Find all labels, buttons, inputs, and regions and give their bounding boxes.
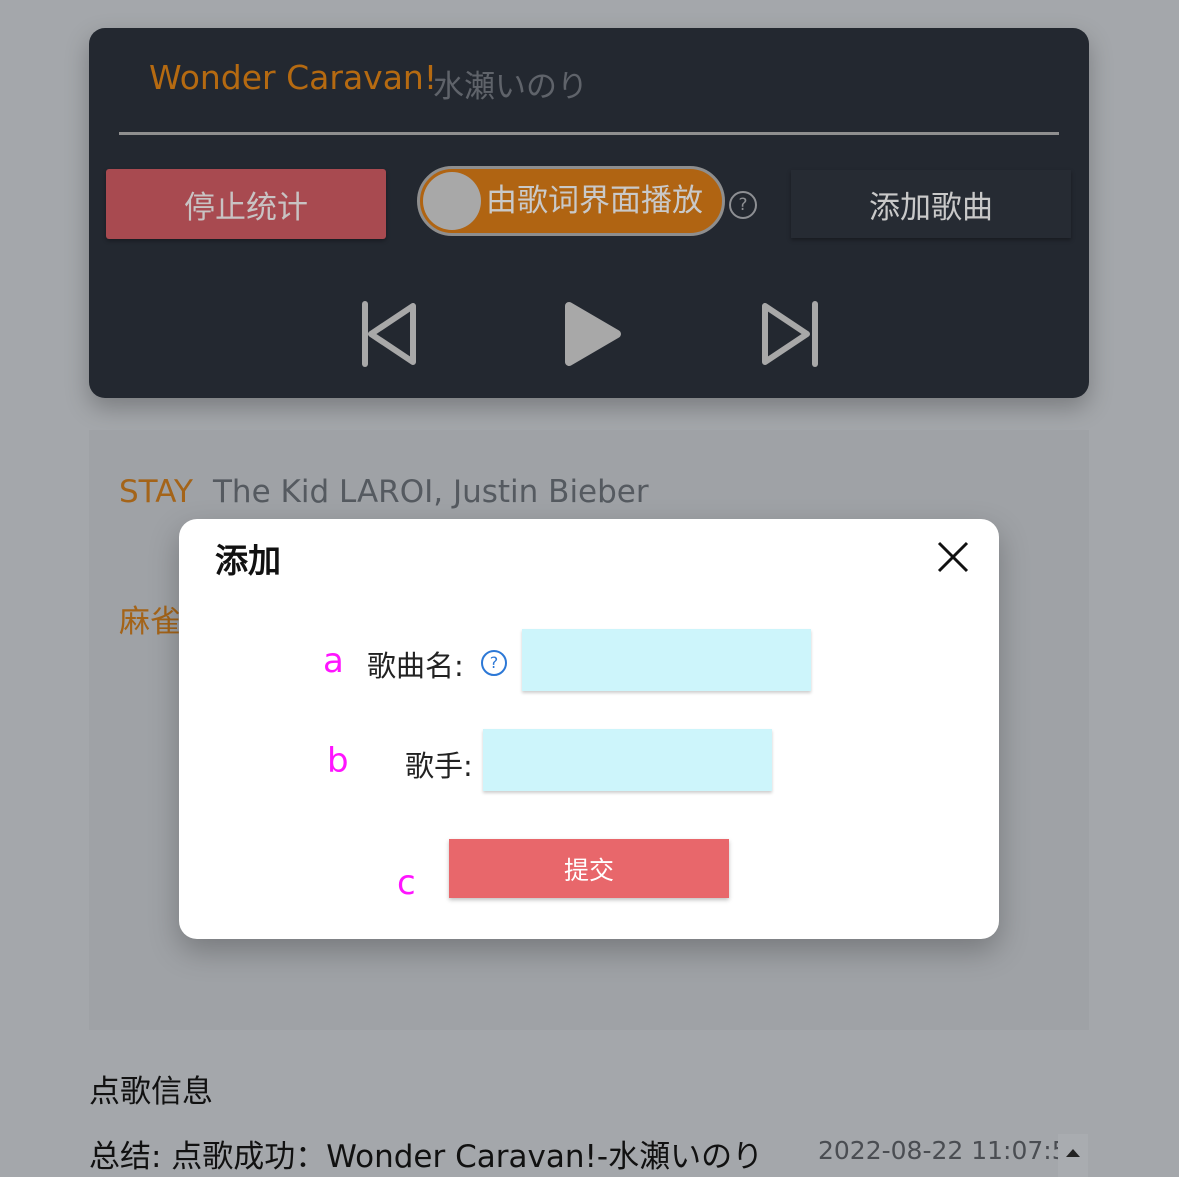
singer-label: 歌手: <box>405 749 473 783</box>
add-song-button[interactable]: 添加歌曲 <box>791 170 1071 238</box>
marker-a: a <box>323 641 344 681</box>
request-summary: 总结: 点歌成功：Wonder Caravan!-水瀬いのり <box>89 1139 764 1175</box>
caret-up-icon <box>1066 1149 1080 1157</box>
lyrics-play-toggle[interactable]: 由歌词界面播放 <box>417 166 725 236</box>
previous-track-icon[interactable] <box>357 298 423 370</box>
player-panel: Wonder Caravan! 水瀬いのり 停止统计 由歌词界面播放 ? 添加歌… <box>89 28 1089 398</box>
scroll-up-button[interactable] <box>1058 1134 1088 1177</box>
singer-input[interactable] <box>483 729 772 791</box>
submit-button[interactable]: 提交 <box>449 839 729 898</box>
stop-stats-button[interactable]: 停止统计 <box>106 169 386 239</box>
add-song-dialog: 添加 a 歌曲名: ? b 歌手: c 提交 <box>179 519 999 939</box>
next-track-icon[interactable] <box>757 298 823 370</box>
request-info-heading: 点歌信息 <box>89 1074 213 1110</box>
marker-c: c <box>397 863 416 903</box>
play-icon[interactable] <box>559 298 625 370</box>
song-name-label: 歌曲名: <box>367 649 464 683</box>
list-item-title[interactable]: STAY <box>119 474 193 510</box>
close-icon[interactable] <box>935 539 971 575</box>
dialog-title: 添加 <box>215 541 281 580</box>
now-playing-title: Wonder Caravan! <box>149 58 438 97</box>
list-item-title[interactable]: 麻雀 <box>119 596 181 641</box>
list-item-artist: The Kid LAROI, Justin Bieber <box>213 474 649 510</box>
song-name-input[interactable] <box>522 629 811 691</box>
toggle-knob[interactable] <box>423 172 481 230</box>
marker-b: b <box>327 741 349 781</box>
toggle-label: 由歌词界面播放 <box>486 183 703 219</box>
help-icon[interactable]: ? <box>481 650 507 676</box>
request-timestamp: 2022-08-22 11:07:58 <box>818 1136 1084 1165</box>
now-playing-artist: 水瀬いのり <box>433 69 588 105</box>
progress-divider <box>119 132 1059 135</box>
help-icon[interactable]: ? <box>729 191 757 219</box>
